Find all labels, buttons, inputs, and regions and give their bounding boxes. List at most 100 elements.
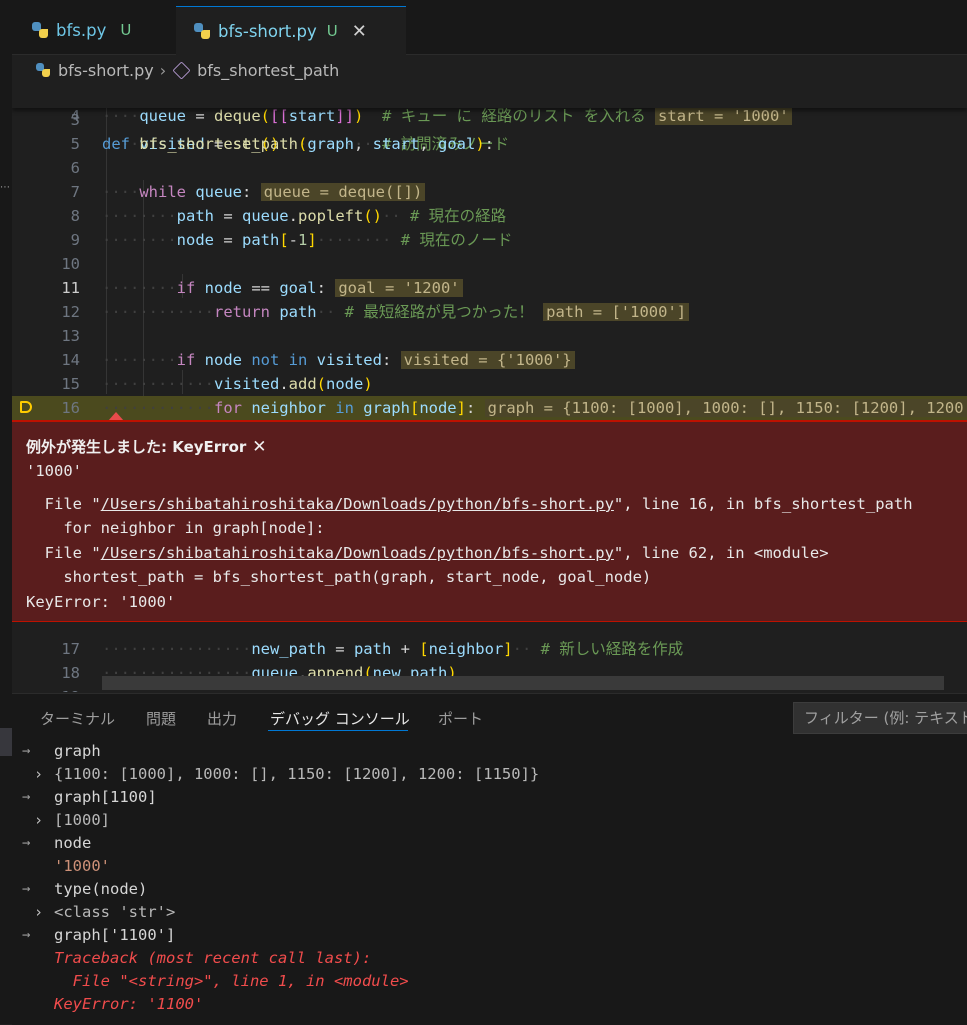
console-error-line: KeyError: '1100' [12,993,967,1016]
method-icon [172,60,191,80]
tab-terminal[interactable]: ターミナル [40,708,115,729]
code-text: ················new_path = path + [neigh… [102,637,683,661]
code-line[interactable]: 11 ········if node == goal: goal = '1200' [12,276,967,300]
code-token: while [139,183,196,201]
exception-title: 例外が発生しました: KeyError [26,438,247,456]
console-error-line: Traceback (most recent call last): [12,947,967,970]
code-token: visited [316,351,382,369]
code-token: queue [139,107,186,125]
code-line[interactable]: 15 ············visited.add(node) [12,372,967,396]
exception-header: 例外が発生しました: KeyError ✕ [26,436,267,457]
tab-label: bfs-short.py [218,21,317,41]
code-token: bfs_shortest_path [139,135,298,153]
code-token: ] [503,640,513,658]
tab-bfs-py[interactable]: bfs.py U [20,6,182,54]
code-token: ················ [102,640,252,658]
code-line[interactable]: 8 ········path = queue.popleft()·· # 現在の経… [12,204,967,228]
code-token: ········ [102,279,177,297]
code-token: graph [307,135,354,153]
code-token: popleft [298,207,364,225]
code-line[interactable]: 17 ················new_path = path + [nei… [12,637,967,661]
code-token: () [363,207,382,225]
traceback-line: File "/Users/shibatahiroshitaka/Download… [26,492,913,516]
breadcrumb-symbol[interactable]: bfs_shortest_path [197,61,339,80]
line-number: 10 [61,255,80,273]
python-icon [32,22,48,38]
active-tab-indicator [268,730,408,731]
code-token: neighbor [251,399,326,417]
tab-debug-console[interactable]: デバッグ コンソール [270,708,410,729]
code-line[interactable]: 12 ············return path·· # 最短経路が見つかった… [12,300,967,324]
filter-input[interactable]: フィルター (例: テキスト [793,702,967,734]
activity-bar-edge: ⋯ [0,0,12,1024]
code-token: ···· [102,183,140,201]
code-token: : [465,399,485,417]
code-token: ( [316,375,326,393]
chevron-right-icon[interactable]: › [34,763,43,786]
inline-value: queue = deque([]) [260,183,426,201]
code-token: path [279,303,317,321]
tab-output[interactable]: 出力 [207,708,237,729]
code-token: node [419,399,457,417]
tab-ports[interactable]: ポート [438,708,483,729]
input-arrow-icon: → [22,835,31,851]
tab-bfs-short-py[interactable]: bfs-short.py U ✕ [176,6,406,55]
console-output-line[interactable]: › [1000] [12,809,967,832]
console-text: {1100: [1000], 1000: [], 1150: [1200], 1… [54,765,540,783]
code-token: goal [438,135,476,153]
code-token: queue [195,183,242,201]
code-comment: # 新しい経路を作成 [540,640,684,658]
more-icon[interactable]: ⋯ [0,182,10,193]
code-line[interactable]: 6 [12,156,967,180]
close-icon[interactable]: ✕ [252,437,266,457]
code-line[interactable]: 7 ····while queue: queue = deque([]) [12,180,967,204]
traceback-text: File " [26,543,101,562]
console-output-line[interactable]: › <class 'str'> [12,901,967,924]
console-error-line: File "<string>", line 1, in <module> [12,970,967,993]
console-output-line[interactable]: › {1100: [1000], 1000: [], 1150: [1200], … [12,763,967,786]
chevron-right-icon[interactable]: › [34,901,43,924]
code-token: graph [363,399,410,417]
chevron-right-icon[interactable]: › [34,809,43,832]
bottom-panel: ターミナル 問題 出力 デバッグ コンソール ポート フィルター (例: テキス… [12,693,967,1025]
code-text: ············for neighbor in graph[node]:… [102,396,967,420]
console-text: graph[1100] [54,788,157,806]
code-token: ]] [335,107,355,125]
code-token: start [372,135,420,153]
breadcrumb-file[interactable]: bfs-short.py [58,61,154,80]
code-text: ········if node == goal: goal = '1200' [102,276,463,300]
file-path-link[interactable]: /Users/shibatahiroshitaka/Downloads/pyth… [101,544,614,562]
code-token: return [213,303,280,321]
breakpoint-arrow-icon[interactable] [20,401,32,413]
current-execution-line[interactable]: 16 ············for neighbor in graph[node… [12,396,967,420]
code-token: ] [307,231,317,249]
code-token: [ [279,231,289,249]
code-line[interactable]: 9 ········node = path[-1]········ # 現在のノー… [12,228,967,252]
inline-value: visited = {'1000'} [400,351,575,369]
console-text: Traceback (most recent call last): [54,949,372,967]
code-token: path [176,207,214,225]
code-line[interactable]: 10 [12,252,967,276]
line-number: 8 [70,207,80,225]
code-token: = [186,107,214,125]
code-token: add [288,375,317,393]
tab-problems[interactable]: 問題 [146,708,176,729]
code-token: ·· [512,640,541,658]
inline-value: graph = {1100: [1000], 1000: [], 1150: [… [484,399,967,417]
file-path-link[interactable]: /Users/shibatahiroshitaka/Downloads/pyth… [101,495,614,513]
console-text: <class 'str'> [54,903,176,921]
console-text: graph [54,742,101,760]
code-token: goal [279,279,317,297]
code-line[interactable]: 14 ········if node not in visited: visite… [12,348,967,372]
horizontal-scrollbar[interactable] [102,676,944,690]
sticky-scroll-line[interactable]: 3 def bfs_shortest_path(graph, start, go… [12,84,967,153]
code-token: ) [363,375,373,393]
console-text: type(node) [54,880,148,898]
line-number: 13 [61,327,80,345]
code-line[interactable]: 13 [12,324,967,348]
chevron-right-icon: › [159,60,167,80]
code-token: . [288,207,298,225]
close-icon[interactable]: ✕ [352,21,367,42]
line-number: 9 [70,231,80,249]
code-token: [ [409,399,420,417]
